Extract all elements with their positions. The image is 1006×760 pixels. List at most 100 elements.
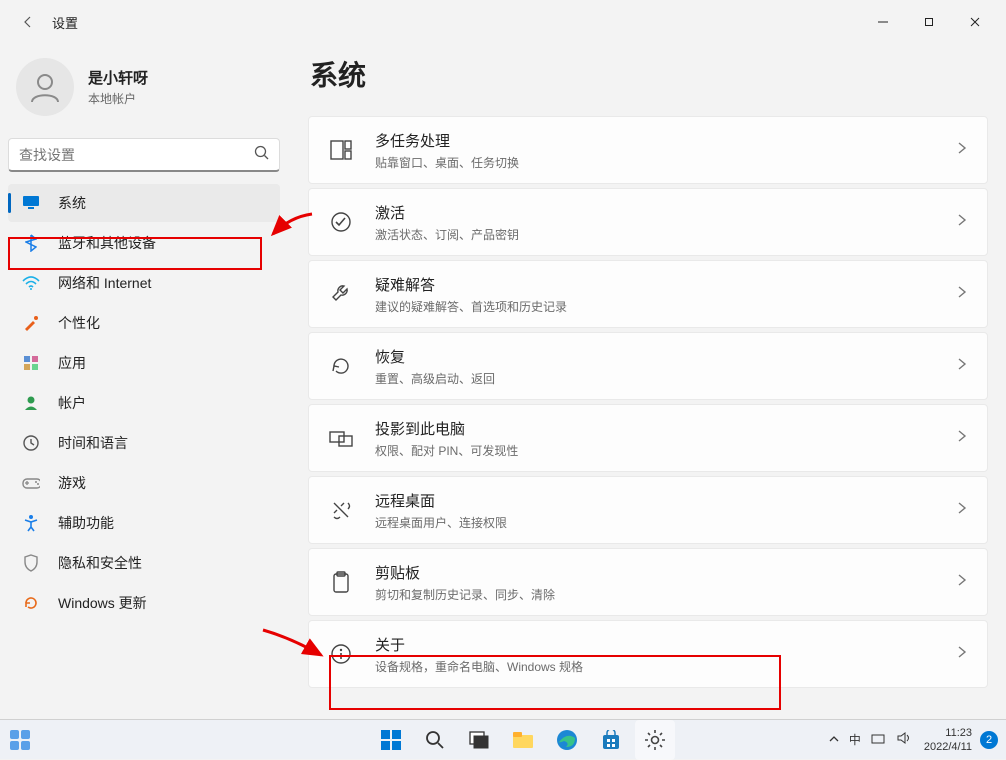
card-title: 疑难解答 (375, 274, 957, 295)
nav-list: 系统蓝牙和其他设备网络和 Internet 个性化应用帐户时间和语言游戏辅助功能隐… (8, 184, 290, 622)
sidebar-item-label: 时间和语言 (58, 433, 128, 453)
sidebar-item-label: 辅助功能 (58, 513, 114, 533)
chevron-right-icon (957, 141, 967, 160)
sidebar-item-6[interactable]: 时间和语言 (8, 424, 280, 462)
sidebar-item-8[interactable]: 辅助功能 (8, 504, 280, 542)
card-title: 激活 (375, 202, 957, 223)
card-title: 远程桌面 (375, 490, 957, 511)
brush-icon (22, 314, 40, 332)
gamepad-icon (22, 474, 40, 492)
settings-card-3[interactable]: 恢复重置、高级启动、返回 (308, 332, 988, 400)
user-name: 是小轩呀 (88, 67, 148, 88)
search-box[interactable] (8, 138, 280, 172)
store-button[interactable] (591, 720, 631, 760)
shield-icon (22, 554, 40, 572)
settings-card-0[interactable]: 多任务处理贴靠窗口、桌面、任务切换 (308, 116, 988, 184)
chevron-right-icon (957, 429, 967, 448)
notification-badge[interactable]: 2 (980, 731, 998, 749)
multitask-icon (329, 140, 353, 160)
card-title: 投影到此电脑 (375, 418, 957, 439)
explorer-button[interactable] (503, 720, 543, 760)
settings-card-5[interactable]: 远程桌面远程桌面用户、连接权限 (308, 476, 988, 544)
sidebar-item-label: 隐私和安全性 (58, 553, 142, 573)
edge-button[interactable] (547, 720, 587, 760)
page-title: 系统 (308, 54, 988, 94)
chevron-right-icon (957, 357, 967, 376)
maximize-button[interactable] (906, 6, 952, 38)
settings-card-7[interactable]: 关于设备规格，重命名电脑、Windows 规格 (308, 620, 988, 688)
card-subtitle: 建议的疑难解答、首选项和历史记录 (375, 298, 957, 315)
recover-icon (329, 356, 353, 376)
settings-list: 多任务处理贴靠窗口、桌面、任务切换激活激活状态、订阅、产品密钥疑难解答建议的疑难… (308, 116, 988, 688)
taskbar-center (371, 720, 675, 760)
card-subtitle: 重置、高级启动、返回 (375, 370, 957, 387)
sidebar-item-9[interactable]: 隐私和安全性 (8, 544, 280, 582)
info-icon (329, 643, 353, 665)
back-button[interactable] (8, 2, 48, 42)
bluetooth-icon (22, 234, 40, 252)
titlebar: 设置 (0, 0, 1006, 44)
sidebar-item-3[interactable]: 个性化 (8, 304, 280, 342)
sidebar-item-label: 个性化 (58, 313, 100, 333)
chevron-right-icon (957, 573, 967, 592)
card-title: 恢复 (375, 346, 957, 367)
accessibility-icon (22, 514, 40, 532)
chevron-right-icon (957, 213, 967, 232)
card-subtitle: 贴靠窗口、桌面、任务切换 (375, 154, 957, 171)
sidebar: 是小轩呀 本地帐户 系统蓝牙和其他设备网络和 Internet 个性化应用帐户时间… (0, 44, 290, 719)
card-title: 多任务处理 (375, 130, 957, 151)
person-icon (22, 394, 40, 412)
check-circle-icon (329, 211, 353, 233)
search-icon (254, 145, 269, 165)
sidebar-item-label: Windows 更新 (58, 593, 147, 613)
settings-card-1[interactable]: 激活激活状态、订阅、产品密钥 (308, 188, 988, 256)
chevron-right-icon (957, 501, 967, 520)
sidebar-item-label: 游戏 (58, 473, 86, 493)
content: 系统 多任务处理贴靠窗口、桌面、任务切换激活激活状态、订阅、产品密钥疑难解答建议… (290, 44, 1006, 719)
clock-icon (22, 434, 40, 452)
widgets-button[interactable] (0, 720, 40, 760)
settings-card-4[interactable]: 投影到此电脑权限、配对 PIN、可发现性 (308, 404, 988, 472)
minimize-button[interactable] (860, 6, 906, 38)
sidebar-item-label: 网络和 Internet (58, 273, 151, 293)
sidebar-item-4[interactable]: 应用 (8, 344, 280, 382)
ime-indicator[interactable]: 中 (844, 731, 866, 748)
sidebar-item-label: 帐户 (58, 393, 86, 413)
sidebar-item-label: 应用 (58, 353, 86, 373)
taskbar-search-button[interactable] (415, 720, 455, 760)
task-view-button[interactable] (459, 720, 499, 760)
chevron-right-icon (957, 285, 967, 304)
update-icon (22, 594, 40, 612)
tray-chevron-icon[interactable] (824, 733, 844, 747)
start-button[interactable] (371, 720, 411, 760)
sidebar-item-2[interactable]: 网络和 Internet (8, 264, 280, 302)
settings-button[interactable] (635, 720, 675, 760)
search-input[interactable] (19, 147, 254, 163)
sidebar-item-5[interactable]: 帐户 (8, 384, 280, 422)
sidebar-item-10[interactable]: Windows 更新 (8, 584, 280, 622)
sidebar-item-label: 蓝牙和其他设备 (58, 233, 156, 253)
user-block[interactable]: 是小轩呀 本地帐户 (8, 54, 290, 130)
monitor-icon (22, 194, 40, 212)
avatar (16, 58, 74, 116)
card-subtitle: 权限、配对 PIN、可发现性 (375, 442, 957, 459)
sidebar-item-7[interactable]: 游戏 (8, 464, 280, 502)
network-icon[interactable] (866, 732, 892, 747)
taskbar-tray: 中 11:23 2022/4/11 2 (824, 726, 998, 754)
volume-icon[interactable] (892, 732, 916, 747)
clipboard-icon (329, 571, 353, 593)
settings-card-2[interactable]: 疑难解答建议的疑难解答、首选项和历史记录 (308, 260, 988, 328)
sidebar-item-1[interactable]: 蓝牙和其他设备 (8, 224, 280, 262)
taskbar-clock[interactable]: 11:23 2022/4/11 (924, 726, 972, 754)
settings-card-6[interactable]: 剪贴板剪切和复制历史记录、同步、清除 (308, 548, 988, 616)
window-controls (860, 6, 998, 38)
taskbar: 中 11:23 2022/4/11 2 (0, 719, 1006, 759)
sidebar-item-label: 系统 (58, 193, 86, 213)
sidebar-item-0[interactable]: 系统 (8, 184, 280, 222)
taskbar-date: 2022/4/11 (924, 740, 972, 754)
app-title: 设置 (52, 13, 78, 32)
chevron-right-icon (957, 645, 967, 664)
close-button[interactable] (952, 6, 998, 38)
card-title: 剪贴板 (375, 562, 957, 583)
projection-icon (329, 429, 353, 447)
